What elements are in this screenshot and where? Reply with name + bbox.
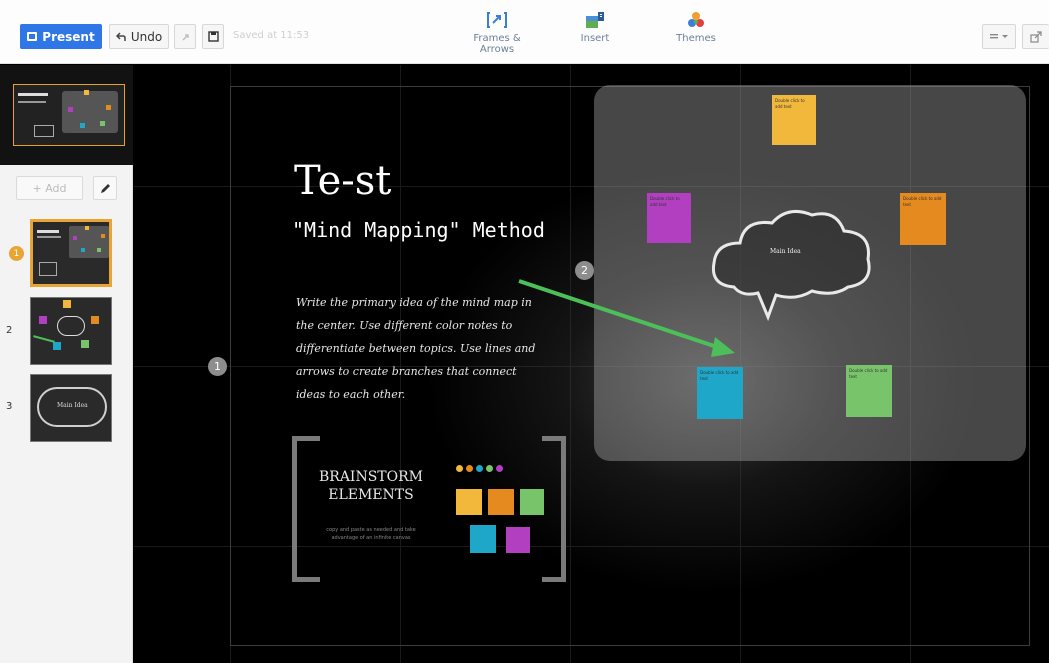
note-text: Double click to add text xyxy=(650,196,680,207)
menu-icon xyxy=(990,33,1008,38)
themes-tool[interactable]: Themes xyxy=(656,11,736,44)
present-icon xyxy=(27,32,38,41)
add-slide-button[interactable]: + Add xyxy=(16,176,83,200)
slide-number-3: 3 xyxy=(6,401,13,412)
present-label: Present xyxy=(42,29,95,44)
color-dot-orange xyxy=(466,465,473,472)
add-slide-label: + Add xyxy=(32,181,67,195)
bracket-right xyxy=(542,436,566,582)
bracket-left xyxy=(292,436,320,582)
pencil-icon xyxy=(100,183,110,193)
thumb-3-label: Main Idea xyxy=(57,402,88,409)
slide-thumbnail-2[interactable] xyxy=(30,297,112,365)
main-idea-label[interactable]: Main Idea xyxy=(770,248,801,255)
themes-label: Themes xyxy=(676,33,716,44)
brainstorm-caption: copy and paste as needed and take advant… xyxy=(326,527,416,541)
slide-thumbnail-1[interactable] xyxy=(30,219,112,287)
menu-dropdown-button[interactable] xyxy=(982,24,1016,49)
current-slide-badge: 1 xyxy=(9,246,24,261)
overview-thumbnail[interactable] xyxy=(13,84,125,146)
share-button[interactable] xyxy=(1022,24,1049,49)
save-button[interactable] xyxy=(202,24,224,49)
sticky-note[interactable] xyxy=(488,489,514,515)
share-icon xyxy=(1030,30,1042,43)
top-toolbar: Present Undo Saved at 11:53 Frames & Arr… xyxy=(0,0,1049,64)
sticky-note-cyan[interactable]: Double click to add text xyxy=(697,367,743,419)
insert-label: Insert xyxy=(580,33,610,44)
present-button[interactable]: Present xyxy=(20,24,102,49)
path-step-1[interactable]: 1 xyxy=(208,357,227,376)
undo-button[interactable]: Undo xyxy=(109,24,169,49)
badge-number: 1 xyxy=(13,248,20,259)
note-text: Double click to add text xyxy=(775,98,805,109)
undo-icon xyxy=(115,31,126,41)
color-dot-cyan xyxy=(476,465,483,472)
sticky-note-orange[interactable]: Double click to add text xyxy=(900,193,946,245)
color-dot-yellow xyxy=(456,465,463,472)
app-window: Present Undo Saved at 11:53 Frames & Arr… xyxy=(0,0,1049,663)
redo-button[interactable] xyxy=(174,24,196,49)
undo-label: Undo xyxy=(130,29,163,44)
connector-arrow[interactable] xyxy=(509,275,749,365)
save-status: Saved at 11:53 xyxy=(233,30,310,41)
brainstorm-line-1: BRAINSTORM xyxy=(318,469,423,485)
slides-sidebar: + Add 1 2 3 Main Idea xyxy=(0,65,133,663)
presentation-canvas[interactable]: Te-st "Mind Mapping" Method Write the pr… xyxy=(134,65,1049,663)
insert-icon xyxy=(586,12,604,28)
slide-thumbnail-3[interactable]: Main Idea xyxy=(30,374,112,442)
edit-path-button[interactable] xyxy=(93,176,117,200)
sticky-note-yellow[interactable]: Double click to add text xyxy=(772,95,816,145)
note-text: Double click to add text xyxy=(903,196,942,207)
note-text: Double click to add text xyxy=(700,370,739,381)
redo-icon xyxy=(182,33,189,40)
insert-tool[interactable]: Insert xyxy=(555,11,635,44)
sticky-note[interactable] xyxy=(506,527,530,553)
frames-arrows-tool[interactable]: Frames & Arrows xyxy=(457,11,537,55)
sticky-note[interactable] xyxy=(456,489,482,515)
sticky-note[interactable] xyxy=(520,489,544,515)
note-text: Double click to add text xyxy=(849,368,888,379)
path-step-1-label: 1 xyxy=(214,360,221,373)
slide-title[interactable]: Te-st xyxy=(294,158,391,204)
sticky-note-green[interactable]: Double click to add text xyxy=(846,365,892,417)
overview-panel xyxy=(0,65,133,165)
slide-subtitle[interactable]: "Mind Mapping" Method xyxy=(292,218,545,242)
themes-icon xyxy=(688,12,704,27)
brainstorm-heading[interactable]: BRAINSTORM ELEMENTS xyxy=(316,468,426,504)
slide-number-2: 2 xyxy=(6,325,13,336)
brainstorm-line-2: ELEMENTS xyxy=(328,487,414,503)
sticky-note-purple[interactable]: Double click to add text xyxy=(647,193,691,243)
frames-arrows-icon xyxy=(487,12,507,28)
color-dot-green xyxy=(486,465,493,472)
save-icon xyxy=(207,31,219,42)
sticky-note[interactable] xyxy=(470,525,496,553)
frames-arrows-label: Frames & Arrows xyxy=(473,33,521,55)
color-dot-purple xyxy=(496,465,503,472)
